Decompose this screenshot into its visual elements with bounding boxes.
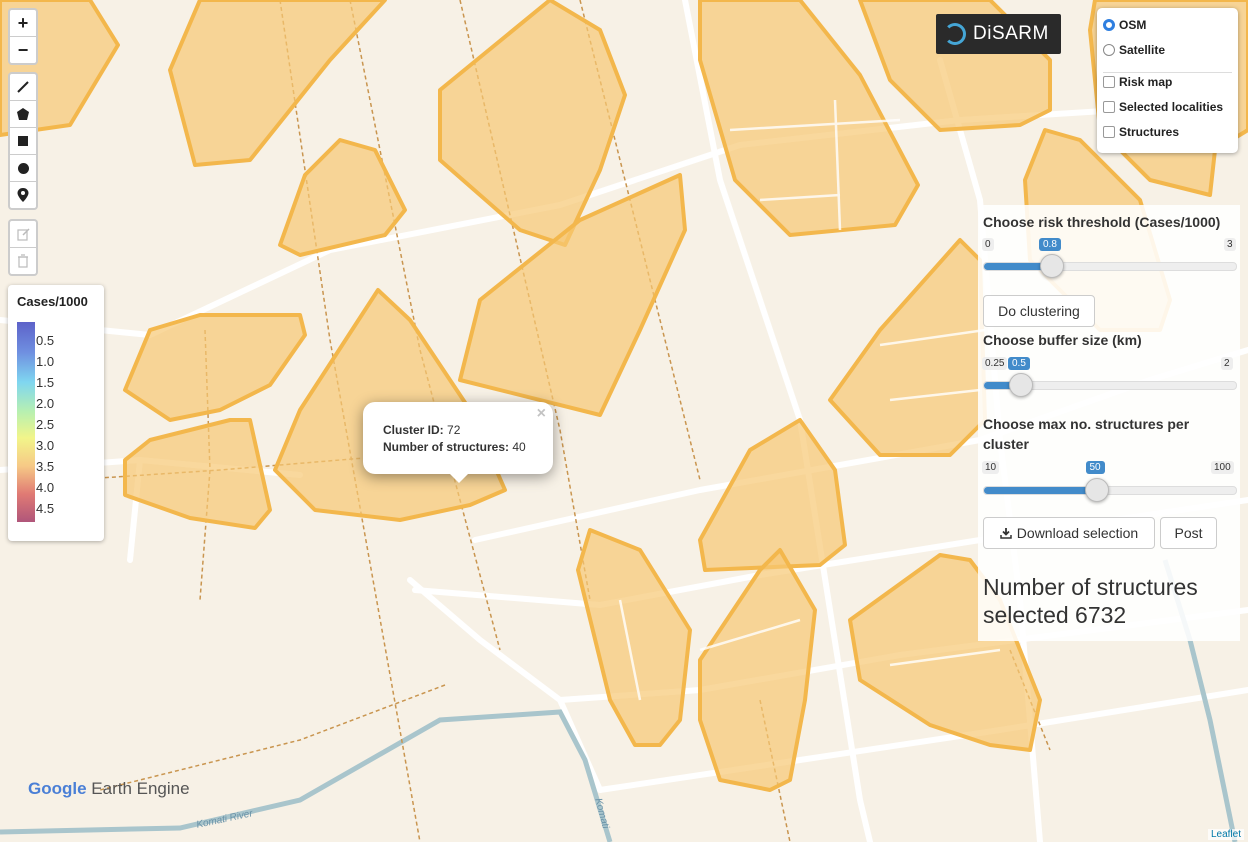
legend-tick: 4.0 bbox=[36, 480, 55, 495]
disarm-logo: DiSARM bbox=[936, 14, 1061, 54]
draw-toolbar bbox=[8, 72, 38, 210]
control-panel: Choose risk threshold (Cases/1000) 0 3 0… bbox=[978, 205, 1240, 641]
risk-threshold-label: Choose risk threshold (Cases/1000) bbox=[983, 214, 1221, 230]
legend-tick: 4.5 bbox=[36, 501, 55, 516]
marker-icon[interactable] bbox=[10, 182, 36, 208]
risk-value-badge: 0.8 bbox=[1039, 238, 1061, 251]
download-icon bbox=[1000, 528, 1012, 539]
overlay-label: Risk map bbox=[1119, 75, 1173, 89]
cluster-polygon[interactable] bbox=[576, 528, 692, 747]
google-earth-engine-logo: Google Earth Engine bbox=[28, 779, 190, 799]
download-selection-button[interactable]: Download selection bbox=[983, 517, 1155, 549]
cluster-polygon[interactable] bbox=[123, 418, 272, 530]
cluster-polygon[interactable] bbox=[123, 313, 307, 422]
checkbox-structures[interactable] bbox=[1103, 126, 1115, 138]
buffer-min-label: 0.25 bbox=[982, 357, 1008, 370]
layers-divider bbox=[1103, 72, 1232, 73]
circle-icon[interactable] bbox=[10, 155, 36, 182]
cluster-polygon[interactable] bbox=[168, 0, 387, 167]
overlay-option-structures[interactable]: Structures bbox=[1103, 125, 1179, 139]
checkbox-risk-map[interactable] bbox=[1103, 76, 1115, 88]
risk-legend: Cases/1000 0.5 1.0 1.5 2.0 2.5 3.0 3.5 4… bbox=[8, 285, 104, 541]
leaflet-attribution-link[interactable]: Leaflet bbox=[1207, 829, 1244, 840]
overlay-label: Selected localities bbox=[1119, 100, 1224, 114]
risk-max-label: 3 bbox=[1224, 238, 1236, 251]
do-clustering-button[interactable]: Do clustering bbox=[983, 295, 1095, 327]
polygon-icon[interactable] bbox=[10, 101, 36, 128]
overlay-option-risk-map[interactable]: Risk map bbox=[1103, 75, 1172, 89]
trash-icon[interactable] bbox=[10, 248, 36, 274]
polyline-icon[interactable] bbox=[10, 74, 36, 101]
download-selection-label: Download selection bbox=[1016, 525, 1139, 541]
layer-label: OSM bbox=[1119, 18, 1147, 32]
legend-tick: 0.5 bbox=[36, 333, 55, 348]
zoom-control: + − bbox=[8, 8, 38, 65]
risk-min-label: 0 bbox=[982, 238, 994, 251]
checkbox-selected-localities[interactable] bbox=[1103, 101, 1115, 113]
legend-color-bar bbox=[17, 322, 35, 522]
gee-google-text: Google bbox=[28, 779, 87, 798]
layers-control: OSM Satellite Risk map Selected localiti… bbox=[1097, 8, 1238, 153]
max-structures-min-label: 10 bbox=[982, 461, 1000, 474]
cluster-popup: × Cluster ID: 72 Number of structures: 4… bbox=[363, 402, 553, 483]
layer-option-osm[interactable]: OSM bbox=[1103, 18, 1146, 32]
structures-count-text: Number of structures selected 6732 bbox=[983, 574, 1198, 628]
max-structures-slider[interactable] bbox=[983, 478, 1237, 502]
zoom-out-button[interactable]: − bbox=[10, 37, 36, 63]
legend-tick: 3.5 bbox=[36, 459, 55, 474]
layer-option-satellite[interactable]: Satellite bbox=[1103, 43, 1165, 57]
overlay-option-selected-localities[interactable]: Selected localities bbox=[1103, 100, 1223, 114]
cluster-polygon[interactable] bbox=[828, 238, 987, 457]
buffer-slider-handle[interactable] bbox=[1009, 373, 1033, 397]
popup-close-button[interactable]: × bbox=[537, 405, 546, 423]
risk-threshold-slider[interactable] bbox=[983, 254, 1237, 278]
buffer-size-slider[interactable] bbox=[983, 373, 1237, 397]
max-structures-slider-handle[interactable] bbox=[1085, 478, 1109, 502]
layer-label: Satellite bbox=[1119, 43, 1166, 57]
buffer-max-label: 2 bbox=[1221, 357, 1233, 370]
cluster-polygon[interactable] bbox=[438, 0, 627, 247]
max-structures-value-badge: 50 bbox=[1085, 461, 1105, 474]
disarm-logo-icon bbox=[944, 23, 966, 45]
popup-tip bbox=[449, 473, 469, 483]
legend-tick: 1.0 bbox=[36, 354, 55, 369]
popup-structures-label: Number of structures: bbox=[383, 440, 510, 454]
legend-tick: 3.0 bbox=[36, 438, 55, 453]
popup-structures-row: Number of structures: 40 bbox=[383, 440, 526, 454]
popup-cluster-id-value: 72 bbox=[447, 423, 461, 437]
legend-title: Cases/1000 bbox=[17, 294, 88, 309]
legend-tick: 2.0 bbox=[36, 396, 55, 411]
legend-tick: 2.5 bbox=[36, 417, 55, 432]
max-structures-max-label: 100 bbox=[1211, 461, 1234, 474]
legend-tick: 1.5 bbox=[36, 375, 55, 390]
popup-cluster-id-label: Cluster ID: bbox=[383, 423, 444, 437]
cluster-polygon[interactable] bbox=[698, 418, 847, 572]
edit-toolbar bbox=[8, 219, 38, 276]
rectangle-icon[interactable] bbox=[10, 128, 36, 155]
zoom-in-button[interactable]: + bbox=[10, 10, 36, 37]
max-structures-slider-fill bbox=[984, 487, 1096, 494]
popup-structures-value: 40 bbox=[512, 440, 526, 454]
gee-rest-text: Earth Engine bbox=[86, 779, 190, 798]
radio-satellite[interactable] bbox=[1103, 44, 1115, 56]
popup-cluster-id-row: Cluster ID: 72 bbox=[383, 423, 460, 437]
risk-slider-handle[interactable] bbox=[1040, 254, 1064, 278]
buffer-value-badge: 0.5 bbox=[1008, 357, 1030, 370]
buffer-size-label: Choose buffer size (km) bbox=[983, 332, 1142, 348]
overlay-label: Structures bbox=[1119, 125, 1180, 139]
post-button[interactable]: Post bbox=[1160, 517, 1217, 549]
edit-icon[interactable] bbox=[10, 221, 36, 248]
radio-osm[interactable] bbox=[1103, 19, 1115, 31]
max-structures-label: Choose max no. structures per cluster bbox=[983, 416, 1190, 452]
logo-text: DiSARM bbox=[973, 23, 1049, 44]
